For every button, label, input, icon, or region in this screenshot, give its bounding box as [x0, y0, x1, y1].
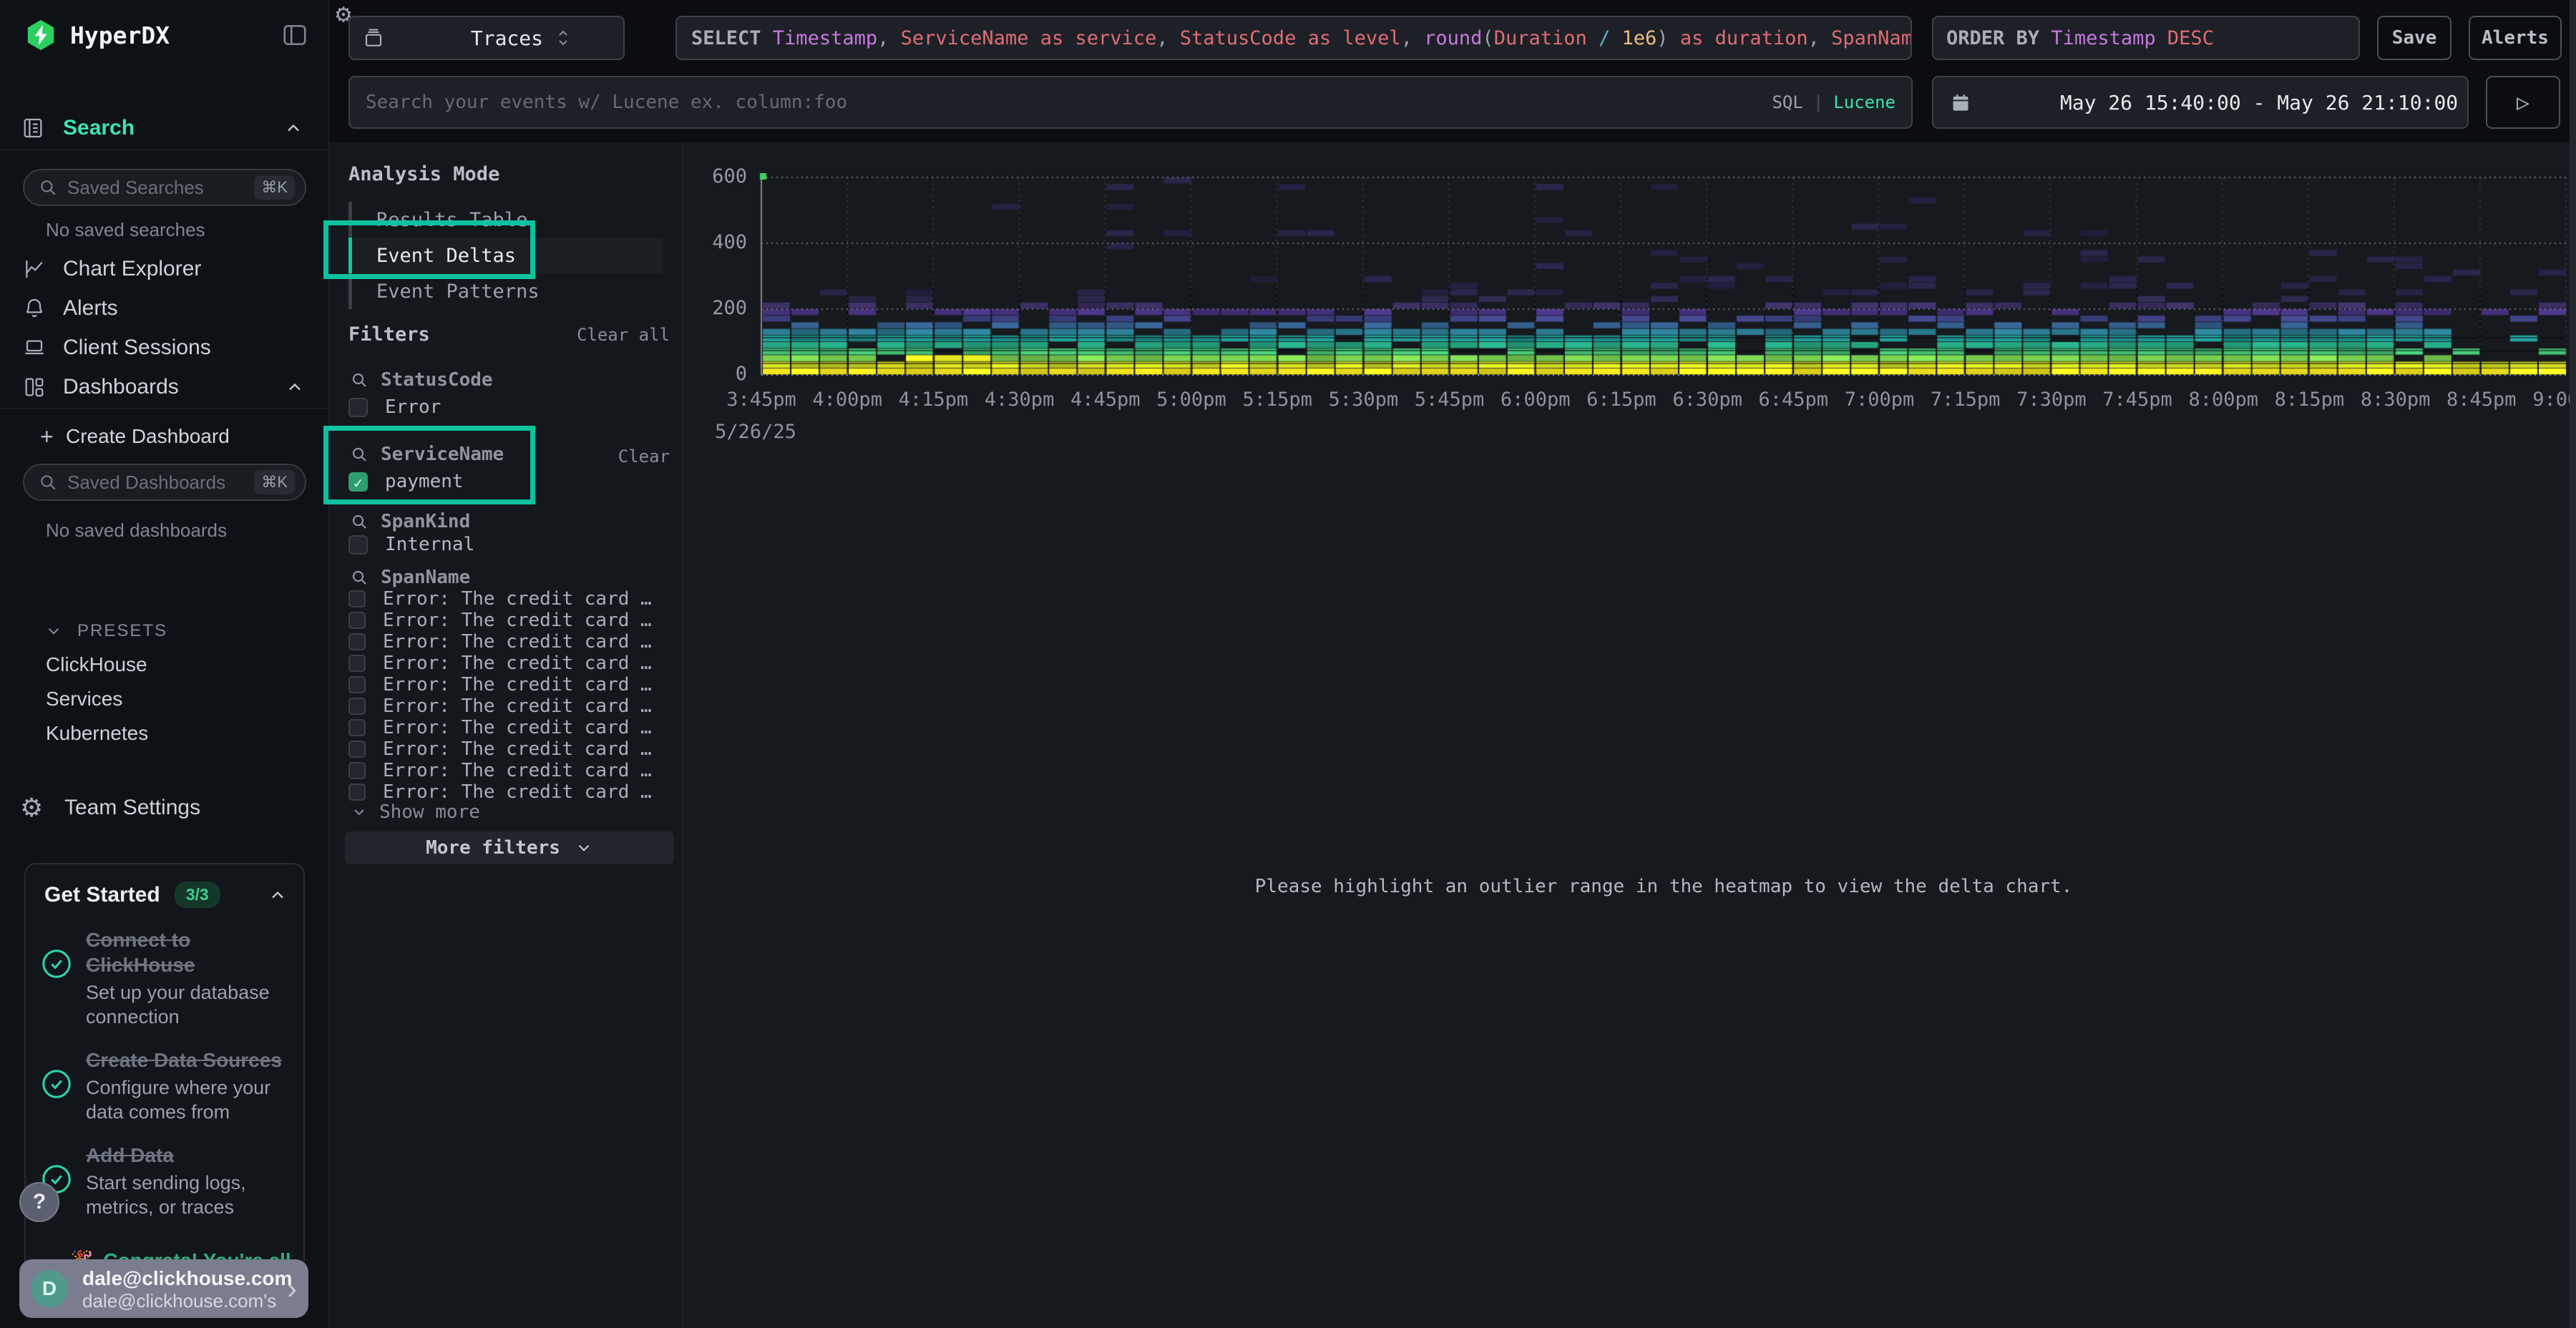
y-axis-tick: 200: [673, 297, 747, 319]
avatar: D: [31, 1270, 68, 1307]
heatmap-canvas[interactable]: [758, 173, 2569, 381]
y-axis-tick: 600: [673, 165, 747, 187]
scrollbar[interactable]: [2570, 0, 2576, 1328]
x-axis-tick: 6:30pm: [1672, 389, 1742, 411]
y-axis-tick: 0: [673, 363, 747, 385]
x-axis-tick: 4:30pm: [985, 389, 1055, 411]
x-axis-tick: 8:30pm: [2361, 389, 2431, 411]
x-axis-date-label: 5/26/25: [715, 421, 796, 443]
x-axis-tick: 8:45pm: [2446, 389, 2517, 411]
x-axis-tick: 5:15pm: [1242, 389, 1312, 411]
x-axis-tick: 6:15pm: [1586, 389, 1657, 411]
duration-heatmap-chart: 600 400 200 0 3:45pm 4:00pm 4:15pm 4:30pm 4:45p…: [0, 0, 2576, 1328]
chevron-right-icon: ›: [287, 1274, 297, 1304]
x-axis-tick: 4:45pm: [1070, 389, 1141, 411]
x-axis-tick: 7:30pm: [2016, 389, 2087, 411]
x-axis-tick: 4:15pm: [899, 389, 969, 411]
x-axis-tick: 5:45pm: [1415, 389, 1485, 411]
delta-chart-empty-message: Please highlight an outlier range in the…: [758, 876, 2569, 897]
help-button[interactable]: ?: [19, 1182, 59, 1222]
user-team: dale@clickhouse.com's: [82, 1290, 273, 1312]
user-menu[interactable]: D dale@clickhouse.com dale@clickhouse.co…: [19, 1259, 308, 1318]
x-axis-tick: 8:15pm: [2275, 389, 2345, 411]
x-axis-tick: 8:00pm: [2188, 389, 2258, 411]
x-axis-tick: 6:00pm: [1501, 389, 1571, 411]
x-axis-tick: 4:00pm: [812, 389, 882, 411]
x-axis-tick: 3:45pm: [726, 389, 796, 411]
x-axis-tick: 7:15pm: [1931, 389, 2001, 411]
user-email: dale@clickhouse.com: [82, 1267, 292, 1289]
y-axis-tick: 400: [673, 231, 747, 253]
x-axis-tick: 5:30pm: [1329, 389, 1399, 411]
hyperdx-app: HyperDX Search ⌘K No saved searches: [0, 0, 2576, 1328]
x-axis-tick: 6:45pm: [1759, 389, 1829, 411]
x-axis-tick: 5:00pm: [1156, 389, 1226, 411]
x-axis-tick: 7:45pm: [2102, 389, 2172, 411]
x-axis-tick: 7:00pm: [1845, 389, 1915, 411]
